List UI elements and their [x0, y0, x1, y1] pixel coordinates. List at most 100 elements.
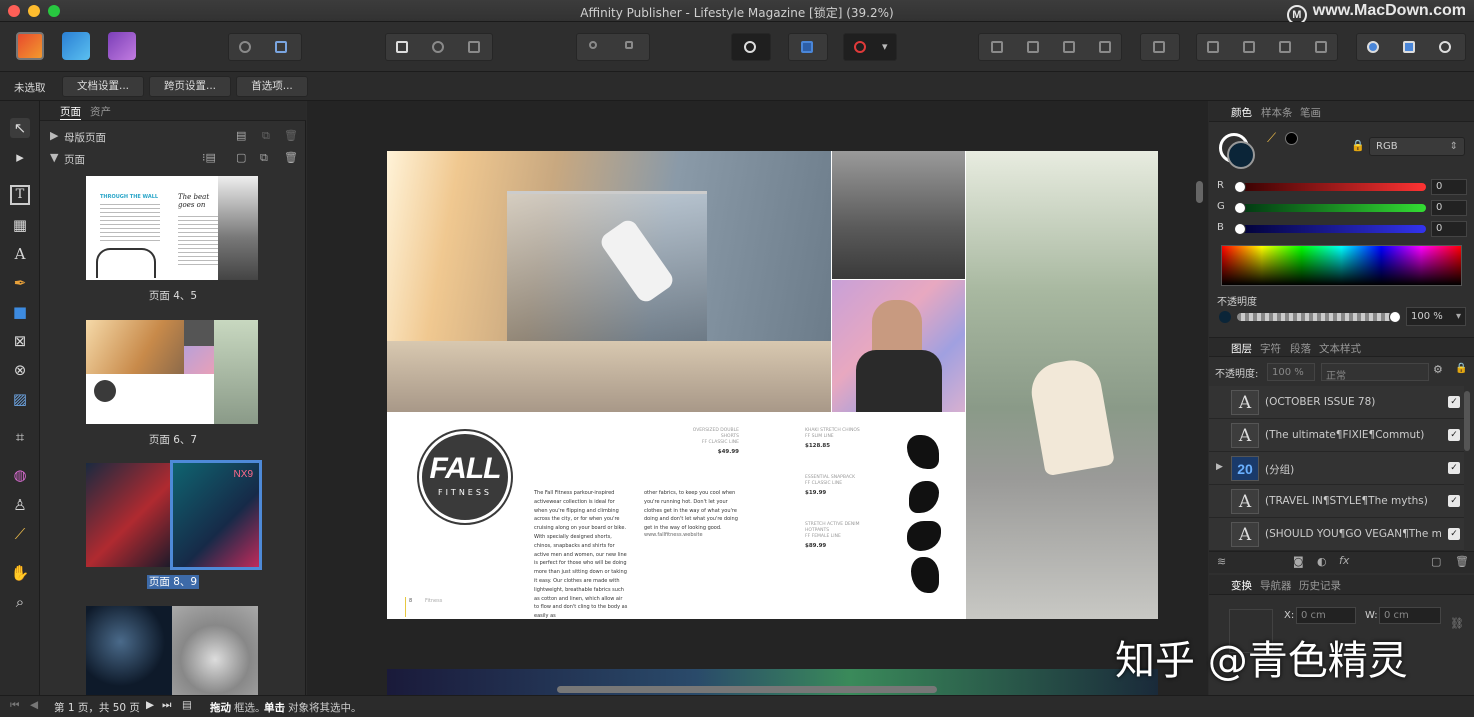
- designer-persona-icon[interactable]: [62, 32, 90, 60]
- master-pages-row[interactable]: ▶ 母版页面 ▤ ⧉ 🗑: [50, 129, 300, 145]
- arrange-backward-icon[interactable]: [1027, 41, 1039, 53]
- table-tool-icon[interactable]: ▦: [10, 215, 30, 235]
- product-4[interactable]: STRETCH ACTIVE DENIM HOTPANTS FF FEMALE L…: [805, 522, 875, 549]
- transparency-tool-icon[interactable]: ♙: [10, 495, 30, 515]
- tab-paragraph[interactable]: 段落: [1290, 341, 1311, 356]
- picture-frame-tool-icon[interactable]: ⊠: [10, 331, 30, 351]
- channel-b-slider[interactable]: [1234, 223, 1426, 235]
- tab-text-styles[interactable]: 文本样式: [1319, 341, 1361, 356]
- tab-transform[interactable]: 变换: [1231, 578, 1252, 593]
- last-page-icon[interactable]: ⏭: [162, 699, 171, 712]
- zoom-tool-icon[interactable]: ⌕: [10, 592, 30, 612]
- layer-opacity-field[interactable]: 100 %: [1267, 363, 1315, 381]
- link-icon[interactable]: ⛓: [1450, 617, 1464, 630]
- pages-row[interactable]: ▼ 页面 ⁝▤ ▢ ⧉ 🗑: [50, 151, 300, 167]
- duplicate-page-icon[interactable]: ⧉: [260, 151, 268, 165]
- artistic-text-tool-icon[interactable]: A: [10, 244, 30, 264]
- tab-assets[interactable]: 资产: [90, 104, 111, 119]
- hand-tool-icon[interactable]: ✋: [10, 563, 30, 583]
- crop-tool-icon[interactable]: ⌗: [10, 427, 30, 447]
- visibility-checkbox[interactable]: ✓: [1448, 528, 1460, 540]
- ellipse-frame-tool-icon[interactable]: ⊗: [10, 360, 30, 380]
- tab-swatches[interactable]: 样本条: [1261, 105, 1293, 120]
- slider-knob[interactable]: [1389, 311, 1401, 323]
- gear-icon[interactable]: ⚙: [1433, 363, 1443, 376]
- skate-feet-photo[interactable]: [832, 151, 965, 279]
- product-3[interactable]: ESSENTIAL SNAPBACK FF CLASSIC LINE $19.99: [805, 475, 875, 496]
- duplicate-master-icon[interactable]: ⧉: [262, 129, 270, 143]
- chevron-down-icon[interactable]: ▾: [882, 40, 888, 53]
- longboard-photo[interactable]: [966, 151, 1158, 619]
- layer-row[interactable]: A (The ultimate¶FIXIE¶Commut) ✓: [1209, 419, 1464, 452]
- fill-color-well[interactable]: [1227, 141, 1255, 169]
- vertical-scrollbar[interactable]: [1196, 181, 1203, 203]
- tab-layers[interactable]: 图层: [1231, 341, 1252, 356]
- arrange-front-icon[interactable]: [1099, 41, 1111, 53]
- pin-icon[interactable]: [589, 41, 597, 49]
- add-master-icon[interactable]: ▤: [236, 129, 246, 142]
- baseline-grid-toggle[interactable]: [788, 33, 828, 61]
- lock-icon[interactable]: 🔒: [1455, 363, 1467, 374]
- portrait-photo[interactable]: [832, 280, 965, 412]
- channel-r-value[interactable]: 0: [1431, 179, 1467, 195]
- node-tool-icon[interactable]: ▸: [10, 147, 30, 167]
- channel-g-slider[interactable]: [1234, 202, 1426, 214]
- channel-r-slider[interactable]: [1234, 181, 1426, 193]
- place-image-tool-icon[interactable]: ▨: [10, 389, 30, 409]
- fix-icon[interactable]: [275, 41, 287, 53]
- fx-icon[interactable]: fx: [1339, 554, 1349, 567]
- current-color-swatch[interactable]: [1285, 132, 1298, 145]
- chevron-right-icon[interactable]: ▶: [1216, 462, 1223, 472]
- eyedropper-icon[interactable]: ⟋: [1267, 131, 1276, 146]
- flip-horizontal-icon[interactable]: [1207, 41, 1219, 53]
- chevron-down-icon[interactable]: ▼: [50, 151, 58, 164]
- tab-navigator[interactable]: 导航器: [1260, 578, 1292, 593]
- delete-master-icon[interactable]: 🗑: [284, 129, 298, 142]
- flip-vertical-icon[interactable]: [1243, 41, 1255, 53]
- visibility-checkbox[interactable]: ✓: [1448, 462, 1460, 474]
- tab-character[interactable]: 字符: [1260, 341, 1281, 356]
- spread-8-9[interactable]: FALL FITNESS The Fall Fitness parkour-in…: [387, 151, 1158, 619]
- layers-scrollbar[interactable]: [1464, 391, 1470, 451]
- rotate-left-icon[interactable]: [1279, 41, 1291, 53]
- x-field[interactable]: 0 cm: [1296, 607, 1356, 624]
- tab-stroke[interactable]: 笔画: [1300, 105, 1321, 120]
- prev-page-icon[interactable]: ◀: [30, 699, 38, 711]
- share-icon[interactable]: [239, 41, 251, 53]
- layer-row[interactable]: A (SHOULD YOU¶GO VEGAN¶The m ✓: [1209, 518, 1464, 551]
- slider-knob[interactable]: [1234, 202, 1246, 214]
- spread-setup-button[interactable]: 跨页设置...: [149, 76, 231, 97]
- rotate-right-icon[interactable]: [1315, 41, 1327, 53]
- page-thumbnail-10-11[interactable]: [86, 606, 258, 695]
- view-box-icon[interactable]: [468, 41, 480, 53]
- layers-stack-icon[interactable]: ≋: [1217, 555, 1226, 568]
- visibility-checkbox[interactable]: ✓: [1448, 429, 1460, 441]
- add-page-icon[interactable]: ▢: [236, 151, 246, 164]
- adjustment-icon[interactable]: ◐: [1317, 555, 1327, 568]
- text-frame-tool-icon[interactable]: T: [10, 185, 30, 205]
- layer-row[interactable]: A (OCTOBER ISSUE 78) ✓: [1209, 386, 1464, 419]
- add-shape-icon[interactable]: [1367, 41, 1379, 53]
- intersect-shape-icon[interactable]: [1439, 41, 1451, 53]
- first-page-icon[interactable]: ⏮: [10, 699, 19, 712]
- chevron-right-icon[interactable]: ▶: [50, 129, 58, 142]
- pen-tool-icon[interactable]: ✒: [10, 273, 30, 293]
- next-page-icon[interactable]: ▶: [146, 699, 154, 711]
- canvas-area[interactable]: FALL FITNESS The Fall Fitness parkour-in…: [307, 101, 1208, 695]
- slider-knob[interactable]: [1234, 223, 1246, 235]
- tab-history[interactable]: 历史记录: [1299, 578, 1341, 593]
- delete-page-icon[interactable]: 🗑: [284, 151, 298, 164]
- subtract-shape-icon[interactable]: [1403, 41, 1415, 53]
- lock-icon[interactable]: 🔒: [1351, 139, 1365, 152]
- publisher-persona-icon[interactable]: [16, 32, 44, 60]
- arrange-forward-icon[interactable]: [1063, 41, 1075, 53]
- delete-layer-icon[interactable]: 🗑: [1455, 555, 1469, 568]
- align-button[interactable]: [1140, 33, 1180, 61]
- opacity-value-field[interactable]: 100 % ▾: [1406, 307, 1466, 326]
- page-thumbnail-4-5[interactable]: THROUGH THE WALL The beat goes on: [86, 176, 258, 280]
- mask-icon[interactable]: ◙: [1293, 555, 1304, 568]
- layer-row[interactable]: A (TRAVEL IN¶STYLE¶The myths) ✓: [1209, 485, 1464, 518]
- body-text-column-2[interactable]: other fabrics, to keep you cool when you…: [644, 489, 739, 533]
- arrange-back-icon[interactable]: [991, 41, 1003, 53]
- tab-pages[interactable]: 页面: [60, 104, 81, 120]
